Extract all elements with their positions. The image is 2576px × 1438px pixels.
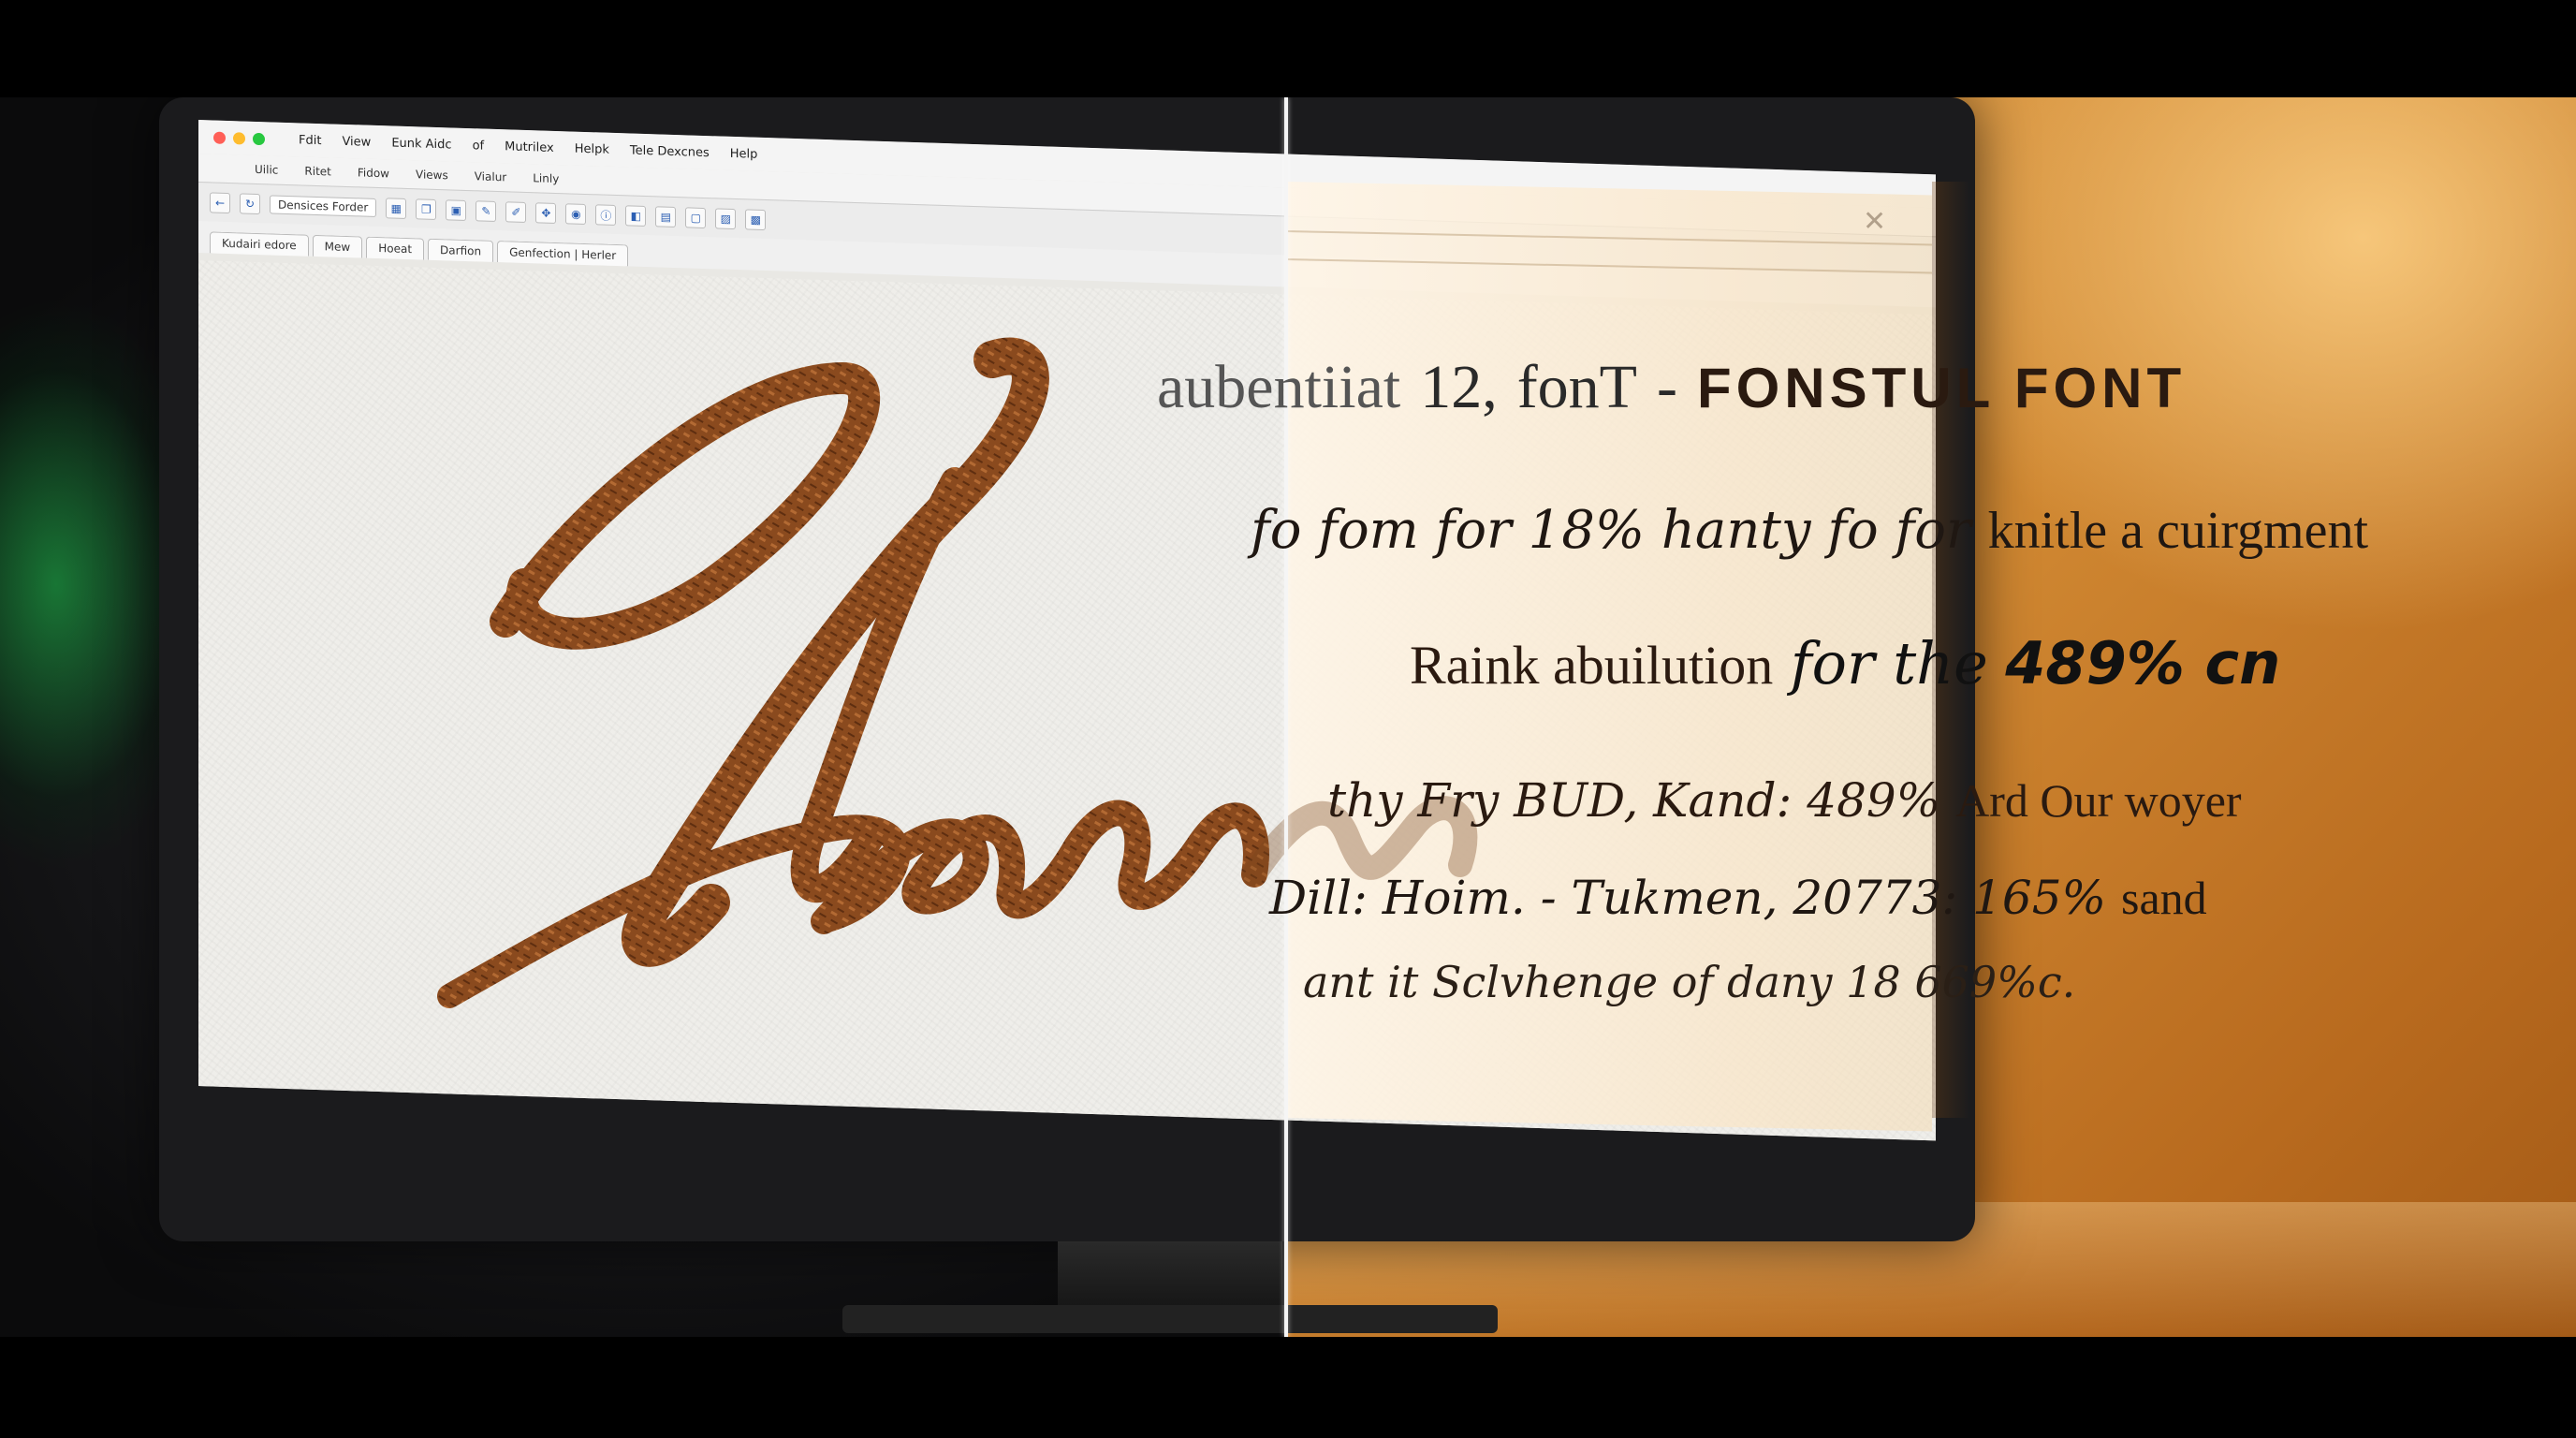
line5-serif: sand: [2120, 872, 2207, 924]
photo-scene: Fdit View Eunk Aidc of Mutrilex Helpk Te…: [0, 97, 2576, 1337]
line5-script: Dill: Hoim. - Tukmen, 20773: 165%: [1269, 871, 2107, 925]
line2-serif: knitle a cuirgment: [1987, 502, 2369, 560]
line2-script: fo fom for 18% hanty fo for: [1251, 500, 1971, 561]
overlay-line-4: thy Fry BUD, Kand: 489% Ard Our woyer: [1327, 773, 2242, 828]
line3-bold: 489% cn: [2005, 629, 2281, 697]
overlay-line-6: ant it Sclvhenge of dany 18 669%c.: [1303, 957, 2075, 1007]
line1-dash: -: [1656, 353, 1677, 421]
split-divider: [1284, 97, 1288, 1337]
line3-serif: Raink abuilution: [1410, 635, 1774, 696]
line1-word-b: 12,: [1420, 353, 1498, 421]
line1-heading: FONSTUL FONT: [1696, 357, 2187, 419]
letterbox-bottom: [0, 1337, 2576, 1438]
overlay-line-5: Dill: Hoim. - Tukmen, 20773: 165% sand: [1269, 871, 2207, 925]
line4-script: thy Fry BUD, Kand: 489%: [1327, 773, 1941, 828]
line1-word-a: aubentiiat: [1157, 353, 1401, 421]
overlay-line-2: fo fom for 18% hanty fo for knitle a cui…: [1251, 500, 2368, 561]
letterbox-top: [0, 0, 2576, 97]
line3-script: for the: [1790, 629, 1988, 697]
overlay-line-3: Raink abuilution for the 489% cn: [1410, 629, 2280, 697]
overlay-line-1: aubentiiat 12, fonT - FONSTUL FONT: [1157, 350, 2186, 423]
line4-serif: Ard Our woyer: [1955, 774, 2242, 827]
script-lettering-illustration: [437, 337, 1478, 1008]
line1-word-c: fonT: [1516, 353, 1637, 421]
line6-script: ant it Sclvhenge of dany 18 669%c.: [1303, 957, 2076, 1007]
